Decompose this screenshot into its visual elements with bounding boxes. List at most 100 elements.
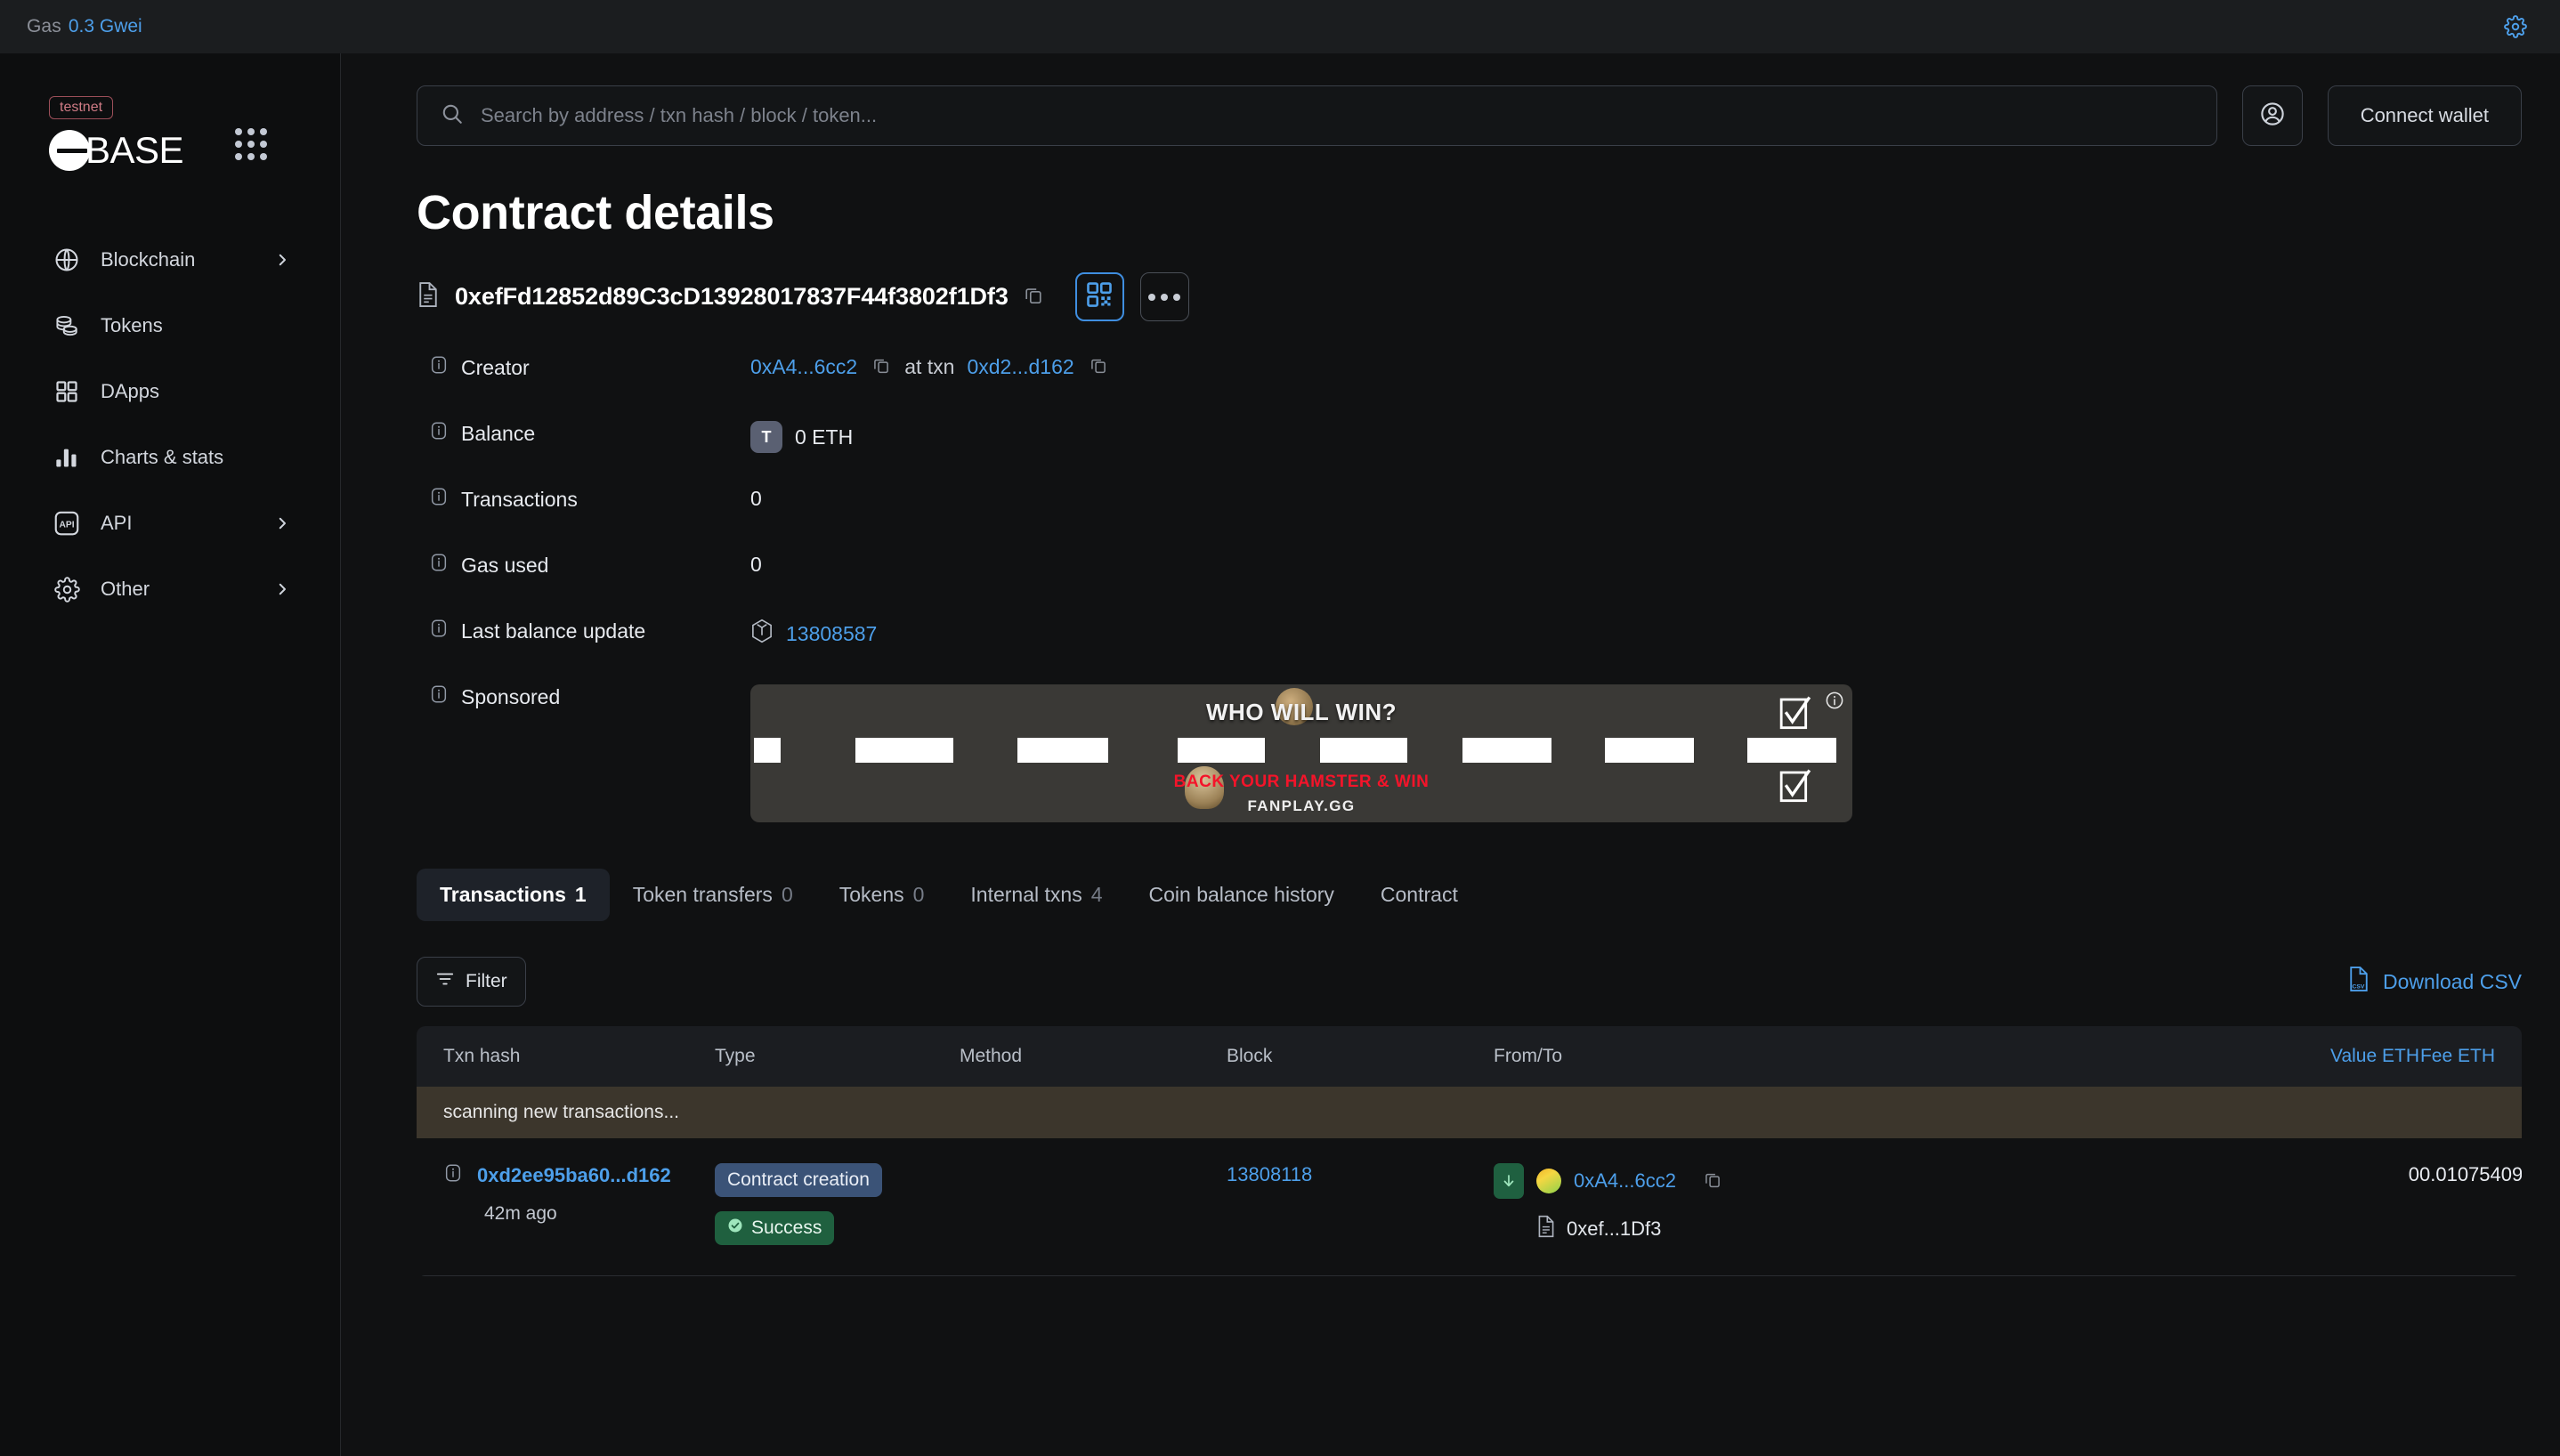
copy-icon[interactable] (1090, 355, 1107, 379)
search-icon (441, 102, 464, 130)
cell-type: Contract creation Success (715, 1163, 960, 1245)
info-icon[interactable] (429, 684, 449, 709)
arrow-down-in-icon (1494, 1163, 1524, 1199)
column-header-txn-hash: Txn hash (443, 1046, 521, 1066)
table-header-row: Txn hash Type Method Block From/To Value… (417, 1026, 2522, 1087)
page-title: Contract details (417, 186, 774, 239)
detail-label-balance: Balance (417, 417, 750, 446)
column-header-type: Type (715, 1046, 756, 1066)
copy-icon[interactable] (1024, 285, 1043, 309)
tab-count: 0 (912, 883, 925, 906)
from-address-link[interactable]: 0xA4...6cc2 (1574, 1169, 1676, 1193)
detail-value-sponsored: WHO WILL WIN? BACK YOUR HAMSTER & WIN FA… (750, 681, 1852, 822)
banner-stripe-decoration (750, 738, 1852, 763)
last-balance-block-link[interactable]: 13808587 (786, 622, 877, 646)
sidebar-item-api[interactable]: API API (30, 490, 310, 556)
download-csv-button[interactable]: CSV Download CSV (2347, 966, 2522, 998)
checkbox-decoration-2 (1778, 766, 1813, 805)
detail-row-sponsored: Sponsored WHO WILL WIN? BACK YOUR HAMSTE… (341, 681, 2560, 822)
status-badge-label: Success (751, 1217, 822, 1238)
sidebar-item-label: Tokens (101, 314, 163, 337)
detail-label-text: Sponsored (461, 684, 561, 708)
scanning-status-bar: scanning new transactions... (417, 1087, 2522, 1138)
network-badge: testnet (49, 96, 114, 120)
sidebar-item-charts-stats[interactable]: Charts & stats (30, 425, 310, 490)
table-row[interactable]: 0xd2ee95ba60...d162 42m ago Contract cre… (417, 1138, 2522, 1276)
transactions-table: Txn hash Type Method Block From/To Value… (417, 1026, 2522, 1276)
settings-gear-button[interactable] (2498, 9, 2533, 44)
info-icon[interactable] (443, 1163, 463, 1187)
search-input[interactable]: Search by address / txn hash / block / t… (417, 85, 2217, 146)
column-header-from-to: From/To (1494, 1046, 1563, 1066)
txn-hash-link[interactable]: 0xd2ee95ba60...d162 (477, 1164, 671, 1187)
detail-row-gas-used: Gas used 0 (341, 549, 2560, 615)
banner-brand: FANPLAY.GG (1247, 797, 1356, 814)
cell-txn-hash: 0xd2ee95ba60...d162 42m ago (443, 1163, 715, 1225)
connect-wallet-button[interactable]: Connect wallet (2327, 85, 2522, 146)
tab-label: Tokens (838, 883, 904, 906)
column-header-fee-eth[interactable]: Fee ETH (2419, 1046, 2522, 1067)
creator-txn-link[interactable]: 0xd2...d162 (967, 355, 1073, 379)
info-icon[interactable] (429, 355, 449, 380)
copy-icon[interactable] (1704, 1170, 1722, 1193)
info-icon[interactable] (429, 553, 449, 578)
profile-button[interactable] (2241, 85, 2303, 146)
sidebar-item-label: Other (101, 578, 150, 601)
tab-count: 0 (781, 883, 793, 906)
tab-internal-txns[interactable]: Internal txns 4 (947, 869, 1125, 921)
tab-contract[interactable]: Contract (1357, 869, 1481, 921)
sidebar-item-label: DApps (101, 380, 160, 403)
sidebar-item-blockchain[interactable]: Blockchain (30, 227, 310, 293)
tab-coin-balance-history[interactable]: Coin balance history (1126, 869, 1357, 921)
detail-label-sponsored: Sponsored (417, 681, 750, 709)
scanning-status-text: scanning new transactions... (443, 1102, 679, 1122)
block-number-link[interactable]: 13808118 (1227, 1163, 1312, 1185)
check-circle-icon (727, 1217, 743, 1239)
info-icon[interactable] (429, 421, 449, 446)
column-header-value-eth[interactable]: Value ETH (2206, 1046, 2419, 1067)
contract-details-list: Creator 0xA4...6cc2 at txn 0xd2...d162 B… (341, 321, 2560, 822)
tab-tokens[interactable]: Tokens 0 (816, 869, 948, 921)
info-icon[interactable] (429, 619, 449, 643)
txn-hash-line: 0xd2ee95ba60...d162 (443, 1163, 715, 1187)
grid-squares-icon (50, 375, 84, 408)
contract-file-icon (1536, 1215, 1556, 1242)
sidebar-item-tokens[interactable]: Tokens (30, 293, 310, 359)
more-options-button[interactable] (1139, 272, 1189, 321)
tab-transactions[interactable]: Transactions 1 (417, 869, 610, 921)
chevron-placeholder (274, 384, 290, 400)
detail-label-text: Transactions (461, 487, 578, 511)
qr-code-button[interactable] (1074, 272, 1124, 321)
info-circle-icon[interactable] (1825, 691, 1844, 716)
info-icon[interactable] (429, 487, 449, 512)
qr-code-icon (1086, 281, 1113, 312)
tab-count: 4 (1090, 883, 1103, 906)
filter-button[interactable]: Filter (417, 957, 526, 1007)
to-address-line: 0xef...1Df3 (1536, 1215, 2206, 1242)
table-toolbar: Filter CSV Download CSV (341, 921, 2560, 1007)
svg-text:API: API (59, 521, 74, 530)
apps-grid-icon[interactable] (235, 128, 267, 160)
contract-address: 0xefFd12852d89C3cD13928017837F44f3802f1D… (455, 283, 1009, 310)
tab-label: Contract (1380, 883, 1458, 906)
sidebar-item-other[interactable]: Other (30, 556, 310, 622)
api-icon: API (50, 506, 84, 540)
tab-token-transfers[interactable]: Token transfers 0 (610, 869, 816, 921)
sidebar-item-dapps[interactable]: DApps (30, 359, 310, 425)
detail-label-transactions: Transactions (417, 483, 750, 512)
to-address-text[interactable]: 0xef...1Df3 (1567, 1217, 1661, 1241)
user-circle-icon (2259, 101, 2286, 132)
gear-icon (50, 572, 84, 606)
brand-name: BASE (85, 129, 184, 172)
cell-from-to: 0xA4...6cc2 0xef...1Df3 (1494, 1163, 2206, 1242)
creator-address-link[interactable]: 0xA4...6cc2 (750, 355, 857, 379)
brand-logo-row[interactable]: BASE (49, 129, 340, 172)
sidebar-nav: Blockchain Tokens DApps Charts & stats A… (0, 227, 340, 622)
copy-icon[interactable] (872, 355, 890, 379)
detail-label-creator: Creator (417, 352, 750, 380)
chevron-right-icon (274, 252, 290, 268)
detail-label-text: Creator (461, 355, 530, 379)
main-content: Search by address / txn hash / block / t… (341, 53, 2560, 1456)
coins-icon (50, 309, 84, 343)
sponsored-ad-banner[interactable]: WHO WILL WIN? BACK YOUR HAMSTER & WIN FA… (750, 684, 1852, 822)
